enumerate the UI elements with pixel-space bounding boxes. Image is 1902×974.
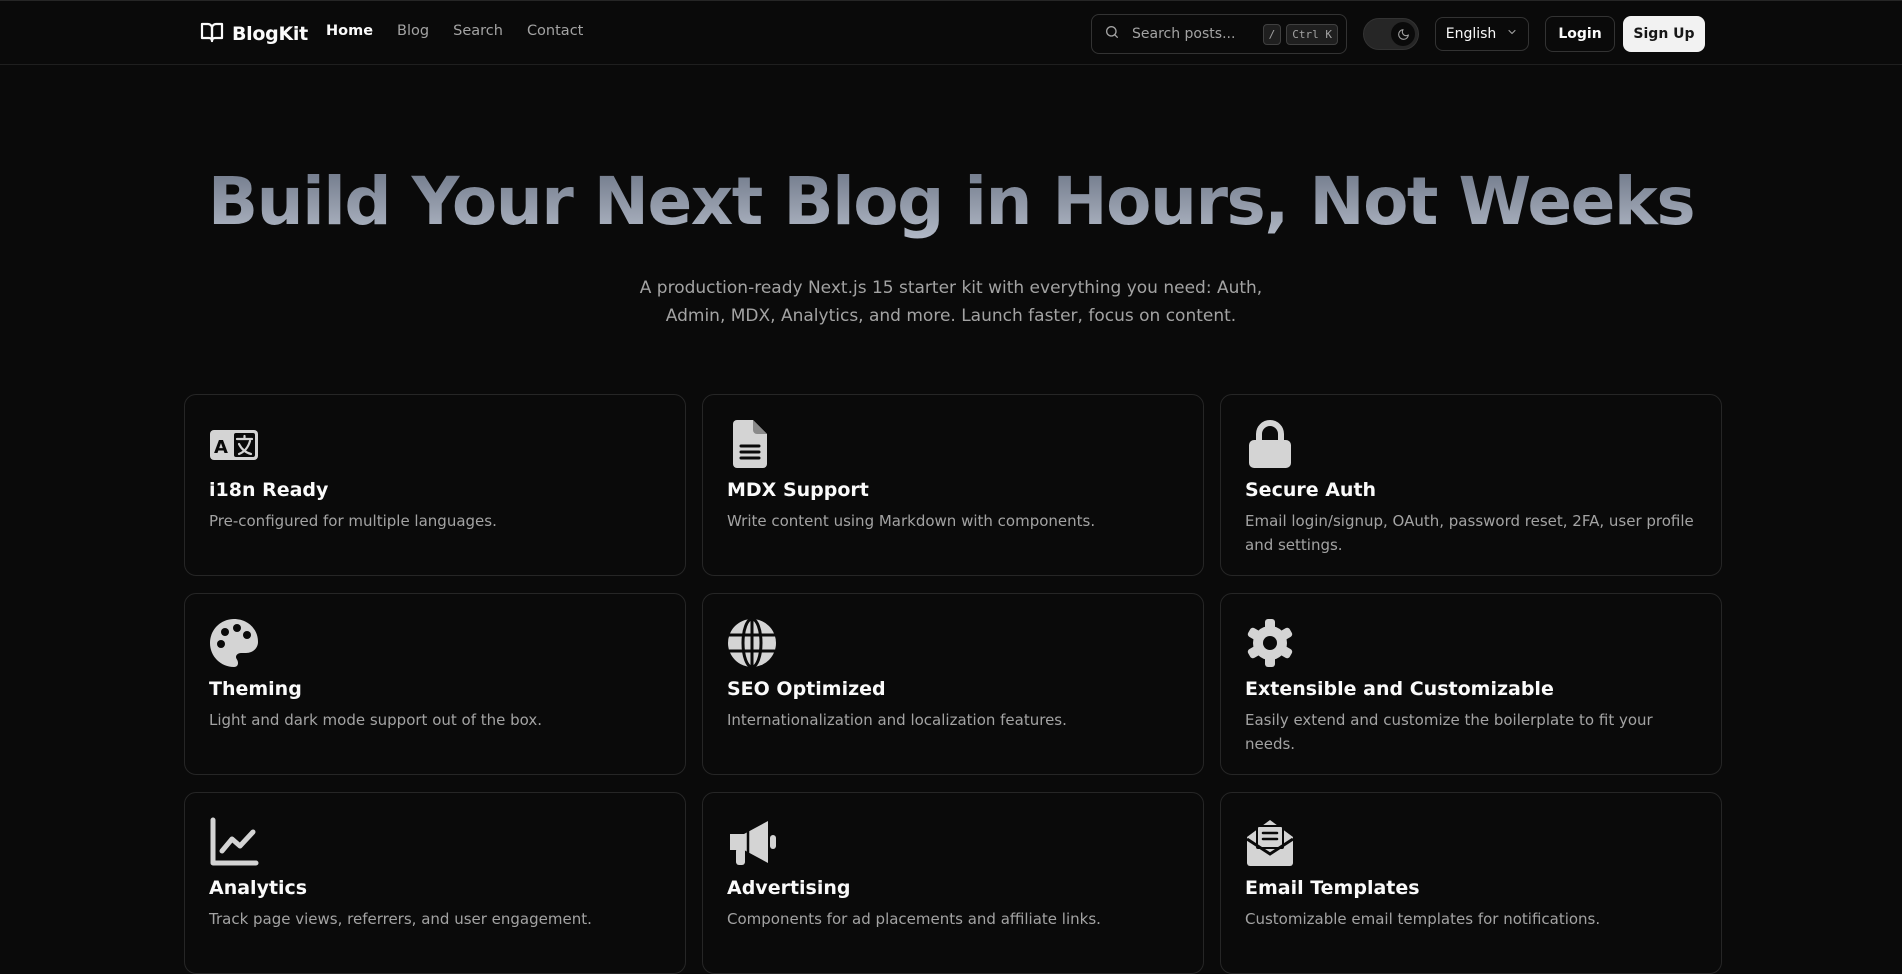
shortcut-ctrl-k-key: Ctrl K: [1286, 23, 1338, 45]
nav-link-blog[interactable]: Blog: [397, 23, 429, 39]
feature-description: Light and dark mode support out of the b…: [209, 711, 543, 729]
theme-toggle[interactable]: [1363, 18, 1419, 50]
feature-card: Advertising Components for ad placements…: [702, 792, 1204, 974]
language-select[interactable]: English: [1435, 17, 1529, 51]
gear-icon: [1245, 618, 1295, 668]
feature-description: Email login/signup, OAuth, password rese…: [1245, 512, 1694, 554]
language-select-value: English: [1445, 26, 1497, 42]
chart-line-icon: [209, 817, 259, 867]
feature-title: i18n Ready: [209, 479, 329, 501]
shortcut-slash-key: /: [1262, 23, 1282, 45]
search-icon: [1104, 24, 1120, 44]
feature-description: Internationalization and localization fe…: [727, 711, 1067, 729]
feature-card: MDX Support Write content using Markdown…: [702, 394, 1204, 576]
feature-title: MDX Support: [727, 479, 869, 501]
globe-icon: [727, 617, 777, 669]
search-box[interactable]: / Ctrl K: [1091, 14, 1347, 54]
envelope-open-icon: [1245, 817, 1295, 867]
palette-icon: [209, 618, 259, 668]
brand-logo[interactable]: BlogKit: [200, 21, 308, 47]
search-input[interactable]: [1132, 26, 1258, 42]
feature-title: Theming: [209, 678, 302, 700]
language-icon: A: [209, 419, 259, 469]
hero-title: Build Your Next Blog in Hours, Not Weeks: [0, 162, 1902, 242]
feature-description: Track page views, referrers, and user en…: [209, 910, 592, 928]
nav-link-search[interactable]: Search: [453, 23, 503, 39]
hero-subtitle: A production-ready Next.js 15 starter ki…: [639, 278, 1263, 326]
feature-title: Analytics: [209, 877, 308, 899]
signup-button[interactable]: Sign Up: [1623, 16, 1705, 52]
feature-description: Easily extend and customize the boilerpl…: [1245, 711, 1653, 753]
brand-name: BlogKit: [232, 23, 308, 45]
feature-title: Advertising: [727, 877, 851, 899]
nav-link-contact[interactable]: Contact: [527, 23, 583, 39]
feature-card: A i18n Ready Pre-configured for multiple…: [184, 394, 686, 576]
feature-card: Theming Light and dark mode support out …: [184, 593, 686, 775]
feature-card: Email Templates Customizable email templ…: [1220, 792, 1722, 974]
nav-link-home[interactable]: Home: [326, 23, 373, 39]
svg-text:A: A: [214, 437, 228, 458]
feature-card: Secure Auth Email login/signup, OAuth, p…: [1220, 394, 1722, 576]
feature-description: Pre-configured for multiple languages.: [209, 512, 497, 530]
feature-card: SEO Optimized Internationalization and l…: [702, 593, 1204, 775]
feature-card: Analytics Track page views, referrers, a…: [184, 792, 686, 974]
feature-description: Components for ad placements and affilia…: [727, 910, 1101, 928]
login-button[interactable]: Login: [1545, 16, 1615, 52]
feature-description: Customizable email templates for notific…: [1245, 910, 1601, 928]
feature-title: Secure Auth: [1245, 479, 1377, 501]
top-navbar: BlogKit Home Blog Search Contact / Ctrl …: [0, 0, 1902, 65]
megaphone-icon: [727, 817, 777, 867]
feature-grid: A i18n Ready Pre-configured for multiple…: [184, 394, 1722, 974]
feature-card: Extensible and Customizable Easily exten…: [1220, 593, 1722, 775]
feature-title: Extensible and Customizable: [1245, 678, 1554, 700]
book-open-icon: [200, 20, 224, 48]
main-nav: Home Blog Search Contact: [326, 23, 583, 39]
file-text-icon: [727, 419, 777, 469]
feature-title: SEO Optimized: [727, 678, 886, 700]
feature-description: Write content using Markdown with compon…: [727, 512, 1096, 530]
moon-icon: [1391, 22, 1415, 46]
chevron-down-icon: [1506, 26, 1518, 42]
lock-icon: [1245, 419, 1295, 469]
feature-title: Email Templates: [1245, 877, 1420, 899]
